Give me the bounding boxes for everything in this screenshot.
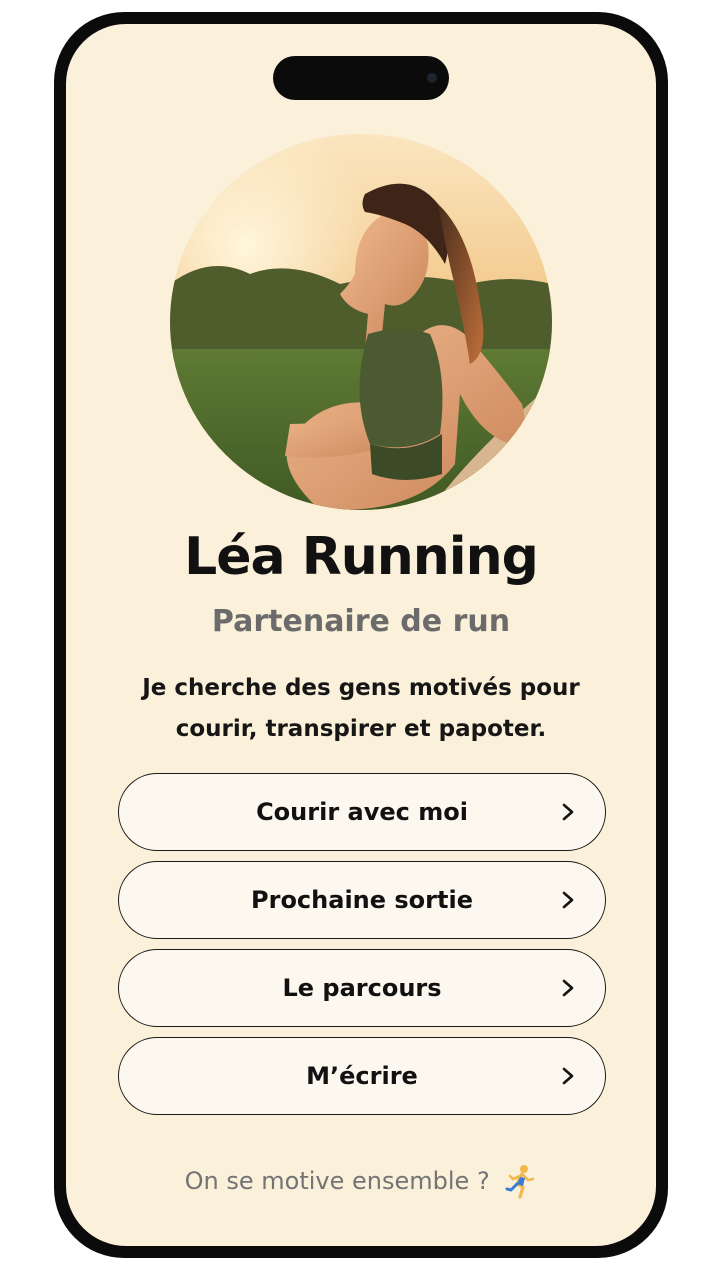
link-button-courir[interactable]: Courir avec moi bbox=[118, 773, 606, 851]
screen: Léa Running Partenaire de run Je cherche… bbox=[66, 24, 656, 1246]
chevron-right-icon bbox=[562, 1067, 574, 1085]
link-label: M’écrire bbox=[306, 1062, 418, 1090]
link-button-parcours[interactable]: Le parcours bbox=[118, 949, 606, 1027]
link-list: Courir avec moi Prochaine sortie Le parc… bbox=[118, 773, 606, 1125]
link-button-prochaine-sortie[interactable]: Prochaine sortie bbox=[118, 861, 606, 939]
link-label: Courir avec moi bbox=[256, 798, 468, 826]
footer: On se motive ensemble ? bbox=[66, 1164, 656, 1200]
profile-bio: Je cherche des gens motivés pour courir,… bbox=[142, 675, 580, 742]
chevron-right-icon bbox=[562, 803, 574, 821]
profile-tagline: Partenaire de run bbox=[211, 604, 511, 639]
profile-name: Léa Running bbox=[184, 527, 539, 587]
camera-icon bbox=[427, 73, 437, 83]
avatar bbox=[170, 134, 552, 510]
footer-text: On se motive ensemble ? bbox=[184, 1167, 490, 1195]
dynamic-island bbox=[273, 56, 449, 100]
link-label: Le parcours bbox=[282, 974, 442, 1002]
runner-icon bbox=[505, 1165, 535, 1199]
link-button-ecrire[interactable]: M’écrire bbox=[118, 1037, 606, 1115]
link-label: Prochaine sortie bbox=[251, 886, 473, 914]
chevron-right-icon bbox=[562, 891, 574, 909]
phone-frame: Léa Running Partenaire de run Je cherche… bbox=[54, 12, 668, 1258]
chevron-right-icon bbox=[562, 979, 574, 997]
